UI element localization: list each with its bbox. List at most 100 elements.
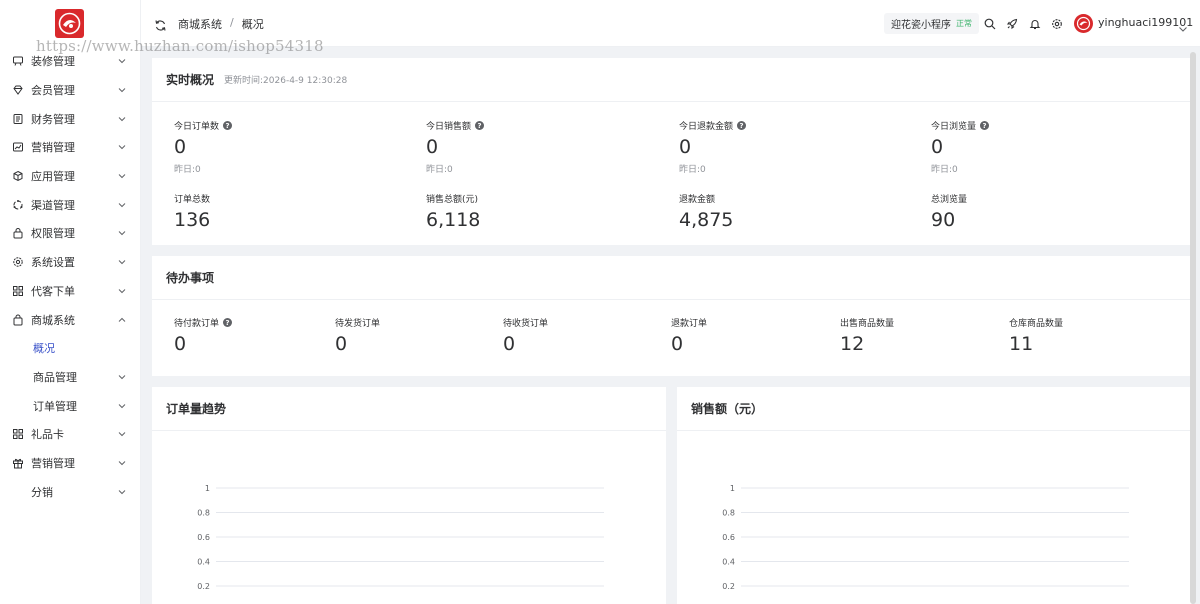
todo-refund-orders[interactable]: 退款订单 0 [671, 316, 707, 355]
stat-label: 今日订单数 [174, 122, 220, 132]
chevron-down-icon [117, 142, 127, 152]
chevron-down-icon [117, 257, 127, 267]
sidebar: 装修管理 会员管理 财务管理 营销管理 应用管理 渠道管理 权限管理 系统设置 … [0, 0, 141, 604]
stat-today-views: 今日浏览量? 0 昨日:0 [931, 119, 990, 175]
order-trend-chart: 1 0.8 0.6 0.4 0.2 [197, 484, 604, 591]
order-trend-card: 订单量趋势 1 0.8 0.6 0.4 0.2 [152, 387, 666, 604]
sidebar-item-label: 商品管理 [33, 370, 77, 384]
stat-today-sales: 今日销售额? 0 昨日:0 [426, 119, 485, 175]
breadcrumb-separator: / [230, 16, 234, 29]
chevron-down-icon [117, 85, 127, 95]
lock-icon [12, 227, 24, 239]
stat-yesterday: 昨日:0 [679, 165, 706, 175]
todo-pending-receipt[interactable]: 待收货订单 0 [503, 316, 548, 355]
help-icon[interactable]: ? [980, 121, 990, 130]
sidebar-item-distribution[interactable]: 分销 [0, 477, 140, 506]
sidebar-item-orders[interactable]: 订单管理 [0, 391, 140, 420]
chevron-down-icon [117, 171, 127, 181]
stat-value: 0 [503, 333, 516, 355]
card-title: 实时概况 [166, 73, 215, 87]
stat-label: 总浏览量 [931, 195, 968, 205]
search-icon[interactable] [983, 17, 996, 30]
chart-icon [12, 141, 24, 153]
stat-value: 4,875 [679, 209, 734, 231]
todo-on-sale-products[interactable]: 出售商品数量 12 [840, 316, 894, 355]
stat-label: 出售商品数量 [840, 319, 895, 329]
stat-total-views: 总浏览量 90 [931, 192, 967, 231]
y-tick-label: 0.8 [722, 509, 735, 518]
chevron-down-icon [117, 56, 127, 66]
scrollbar-thumb[interactable] [1190, 52, 1196, 604]
stat-value: 0 [174, 333, 187, 355]
todo-pending-shipment[interactable]: 待发货订单 0 [335, 316, 380, 355]
stat-label: 今日浏览量 [931, 122, 977, 132]
chart-title: 销售额（元） [691, 402, 764, 416]
sidebar-item-gift-card[interactable]: 礼品卡 [0, 420, 140, 449]
sidebar-item-finance[interactable]: 财务管理 [0, 104, 140, 133]
chart-card-header: 销售额（元） [677, 387, 1192, 431]
stat-label: 销售总额(元) [426, 195, 479, 205]
help-icon[interactable]: ? [223, 318, 233, 327]
help-icon[interactable]: ? [223, 121, 233, 130]
sidebar-item-members[interactable]: 会员管理 [0, 76, 140, 105]
app-selector[interactable]: 迎花瓷小程序 正常 [884, 13, 979, 34]
stat-value: 6,118 [426, 209, 481, 231]
sidebar-item-products[interactable]: 商品管理 [0, 363, 140, 392]
brand-logo[interactable] [55, 9, 84, 38]
logo-icon [1076, 16, 1091, 31]
sidebar-item-overview[interactable]: 概况 [0, 334, 140, 363]
refresh-icon[interactable] [154, 17, 167, 31]
chevron-down-icon[interactable] [1178, 19, 1188, 32]
chevron-down-icon [117, 487, 127, 497]
stat-yesterday: 昨日:0 [426, 165, 453, 175]
sidebar-item-apps[interactable]: 应用管理 [0, 162, 140, 191]
breadcrumb-item-mall[interactable]: 商城系统 [178, 16, 222, 32]
sidebar-item-marketing[interactable]: 营销管理 [0, 133, 140, 162]
chevron-down-icon [117, 372, 127, 382]
gear-icon [12, 256, 24, 268]
rocket-icon[interactable] [1005, 17, 1018, 30]
stat-label: 待收货订单 [503, 319, 549, 329]
chevron-down-icon [117, 429, 127, 439]
sidebar-item-label: 装修管理 [31, 55, 75, 69]
avatar[interactable] [1074, 14, 1093, 33]
chevron-down-icon [117, 200, 127, 210]
stat-yesterday: 昨日:0 [931, 165, 958, 175]
stat-label: 待发货订单 [335, 319, 381, 329]
sidebar-item-label: 财务管理 [31, 112, 75, 126]
gear-icon[interactable] [1050, 17, 1063, 30]
chevron-down-icon [117, 114, 127, 124]
stat-value: 0 [174, 136, 187, 158]
breadcrumb-item-overview: 概况 [241, 18, 264, 31]
sidebar-item-mall-system[interactable]: 商城系统 [0, 305, 140, 334]
sidebar-item-proxy-order[interactable]: 代客下单 [0, 277, 140, 306]
help-icon[interactable]: ? [737, 121, 747, 130]
todo-card: 待办事项 待付款订单? 0 待发货订单 0 待收货订单 0 退款订单 0 出售商… [152, 256, 1192, 376]
stat-label: 仓库商品数量 [1009, 319, 1064, 329]
todo-pending-payment[interactable]: 待付款订单? 0 [174, 316, 233, 355]
sidebar-item-label: 渠道管理 [31, 198, 75, 212]
logo-icon [58, 12, 81, 35]
help-icon[interactable]: ? [475, 121, 485, 130]
todo-warehouse-products[interactable]: 仓库商品数量 11 [1009, 316, 1063, 355]
sidebar-item-settings[interactable]: 系统设置 [0, 248, 140, 277]
page-scrollbar[interactable] [1190, 52, 1196, 604]
sidebar-item-channels[interactable]: 渠道管理 [0, 190, 140, 219]
y-tick-label: 0.8 [197, 509, 210, 518]
gift-icon [12, 457, 24, 469]
sidebar-item-label: 系统设置 [31, 256, 75, 270]
chevron-down-icon [117, 228, 127, 238]
grid-icon [12, 285, 24, 297]
stat-total-refund: 退款金额 4,875 [679, 192, 733, 231]
sidebar-item-permissions[interactable]: 权限管理 [0, 219, 140, 248]
sidebar-item-label: 礼品卡 [31, 428, 64, 442]
diamond-icon [12, 84, 24, 96]
chevron-up-icon [117, 315, 127, 325]
bell-icon[interactable] [1028, 17, 1041, 30]
sidebar-item-marketing-2[interactable]: 营销管理 [0, 449, 140, 478]
app-name: 迎花瓷小程序 [891, 20, 951, 31]
sales-chart: 1 0.8 0.6 0.4 0.2 [722, 484, 1129, 591]
y-tick-label: 0.4 [197, 558, 210, 567]
card-title: 待办事项 [166, 271, 215, 285]
stat-label: 今日退款金额 [679, 122, 734, 132]
